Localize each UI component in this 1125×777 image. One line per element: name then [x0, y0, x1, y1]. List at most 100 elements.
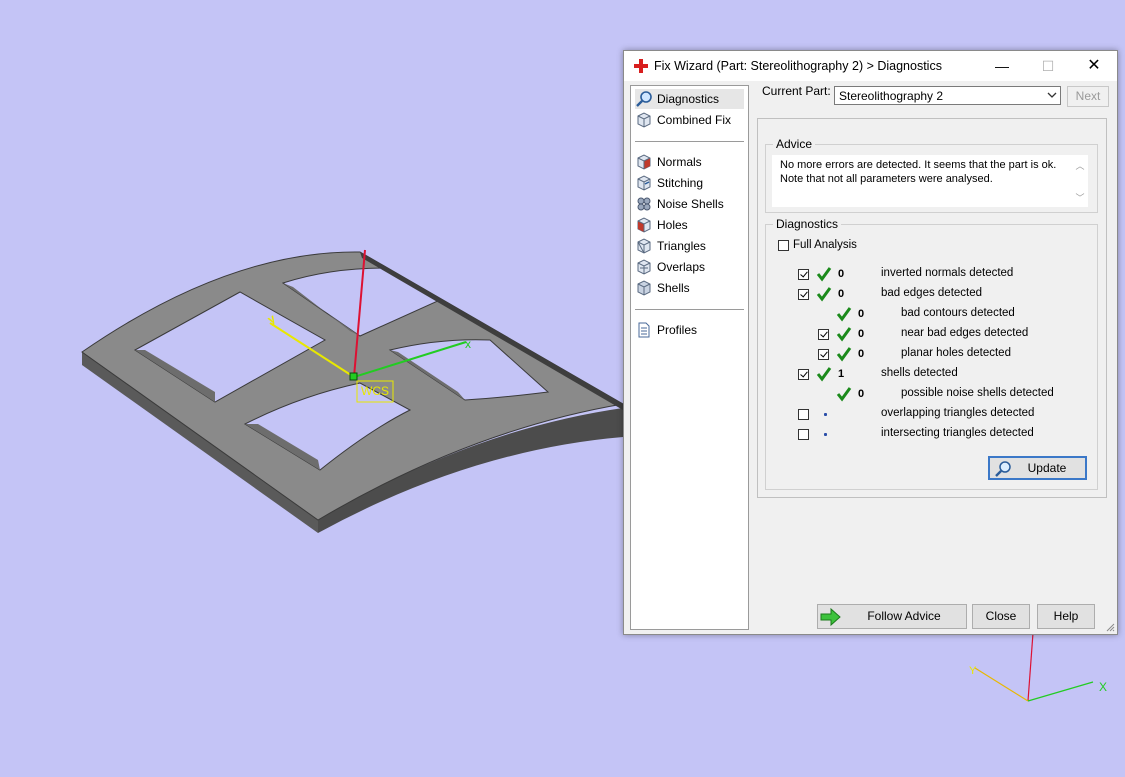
bad-contours-count: 0 — [858, 308, 865, 320]
follow-advice-label: Follow Advice — [867, 609, 941, 623]
planar-holes-count: 0 — [858, 348, 865, 360]
intersecting-triangles-label: intersecting triangles detected — [881, 427, 1034, 439]
advice-line-2: Note that not all parameters were analys… — [780, 173, 993, 185]
overlapping-triangles-checkbox[interactable] — [798, 409, 809, 420]
magnifier-icon — [636, 91, 652, 107]
pending-dot-icon — [824, 413, 827, 416]
document-icon — [638, 322, 650, 338]
full-analysis-checkbox[interactable] — [778, 240, 789, 251]
inverted-normals-count: 0 — [838, 268, 845, 280]
stereolithography-part[interactable] — [81, 251, 625, 533]
scroll-up-arrow-icon[interactable]: ︿ — [1074, 159, 1086, 171]
minimize-button[interactable]: — — [979, 51, 1025, 81]
nav-label: Stitching — [657, 176, 704, 190]
nav-item-stitching[interactable]: Stitching — [635, 173, 746, 193]
nav-item-combined-fix[interactable]: Combined Fix — [635, 110, 746, 130]
bad-edges-count: 0 — [838, 288, 845, 300]
current-part-select[interactable]: Stereolithography 2 — [834, 86, 1061, 105]
advice-text: No more errors are detected. It seems th… — [780, 158, 1070, 186]
nav-label: Holes — [657, 218, 688, 232]
normals-cube-icon — [637, 154, 651, 170]
nav-label: Diagnostics — [657, 92, 720, 106]
red-cross-icon — [634, 59, 648, 73]
current-part-label: Current Part: — [762, 84, 831, 98]
triangles-cube-icon — [637, 238, 651, 254]
shells-checkbox[interactable] — [798, 369, 809, 380]
planar-holes-checkbox[interactable] — [818, 349, 829, 360]
shells-label: shells detected — [881, 367, 958, 379]
intersecting-triangles-checkbox[interactable] — [798, 429, 809, 440]
shells-count: 1 — [838, 368, 845, 380]
noise-shells-label: possible noise shells detected — [901, 387, 1054, 399]
green-check-icon — [836, 307, 852, 322]
near-bad-edges-checkbox[interactable] — [818, 329, 829, 340]
close-window-button[interactable]: ✕ — [1071, 51, 1117, 81]
chevron-down-icon — [1047, 92, 1057, 98]
pending-dot-icon — [824, 433, 827, 436]
overlaps-cube-icon — [637, 259, 651, 275]
scroll-down-arrow-icon[interactable]: ﹀ — [1074, 191, 1086, 203]
corner-axes — [974, 632, 1094, 702]
magnifier-icon — [995, 461, 1011, 477]
stitching-cube-icon — [637, 175, 651, 191]
advice-line-1: No more errors are detected. It seems th… — [780, 159, 1057, 171]
next-button[interactable]: Next — [1067, 86, 1109, 107]
nav-item-diagnostics[interactable]: Diagnostics — [635, 89, 744, 109]
nav-label: Shells — [657, 281, 690, 295]
bad-contours-label: bad contours detected — [901, 307, 1015, 319]
follow-advice-button[interactable]: Follow Advice — [817, 604, 967, 629]
nav-label: Normals — [657, 155, 702, 169]
maximize-button[interactable]: ☐ — [1025, 51, 1071, 81]
axis-x-label: x — [465, 337, 471, 351]
nav-label: Overlaps — [657, 260, 706, 274]
planar-holes-label: planar holes detected — [901, 347, 1011, 359]
full-analysis-label: Full Analysis — [793, 239, 857, 251]
diagnostics-group-title: Diagnostics — [773, 217, 842, 231]
nav-divider — [635, 141, 744, 142]
nav-label: Combined Fix — [657, 113, 732, 127]
green-arrow-icon — [820, 607, 841, 627]
inverted-normals-label: inverted normals detected — [881, 267, 1014, 279]
close-button[interactable]: Close — [972, 604, 1030, 629]
nav-label: Profiles — [657, 323, 698, 337]
current-part-value: Stereolithography 2 — [839, 89, 944, 103]
green-check-icon — [816, 367, 832, 382]
green-check-icon — [836, 387, 852, 402]
holes-cube-icon — [637, 217, 651, 233]
nav-label: Noise Shells — [657, 197, 724, 211]
nav-item-holes[interactable]: Holes — [635, 215, 746, 235]
nav-item-noise-shells[interactable]: Noise Shells — [635, 194, 746, 214]
advice-group-title: Advice — [773, 137, 816, 151]
green-check-icon — [836, 327, 852, 342]
noise-shells-icon — [637, 197, 651, 211]
nav-item-triangles[interactable]: Triangles — [635, 236, 746, 256]
green-check-icon — [816, 267, 832, 282]
advice-text-box: No more errors are detected. It seems th… — [772, 155, 1088, 207]
overlapping-triangles-label: overlapping triangles detected — [881, 407, 1035, 419]
nav-item-overlaps[interactable]: Overlaps — [635, 257, 746, 277]
nav-divider — [635, 309, 744, 310]
nav-label: Triangles — [657, 239, 706, 253]
resize-grip-icon[interactable] — [1105, 622, 1115, 632]
corner-axis-x-label: X — [1099, 680, 1108, 694]
green-check-icon — [836, 347, 852, 362]
bad-edges-label: bad edges detected — [881, 287, 983, 299]
inverted-normals-checkbox[interactable] — [798, 269, 809, 280]
help-button[interactable]: Help — [1037, 604, 1095, 629]
noise-shells-count: 0 — [858, 388, 865, 400]
green-check-icon — [816, 287, 832, 302]
cube-icon — [637, 112, 651, 128]
corner-axis-y-label: Y — [969, 665, 977, 677]
update-button-label: Update — [1027, 461, 1067, 475]
window-title: Fix Wizard (Part: Stereolithography 2) >… — [654, 59, 942, 73]
bad-edges-checkbox[interactable] — [798, 289, 809, 300]
wizard-nav-panel: Diagnostics Combined Fix Normals Stitchi… — [630, 85, 749, 630]
title-bar[interactable]: Fix Wizard (Part: Stereolithography 2) >… — [624, 51, 1117, 81]
near-bad-edges-label: near bad edges detected — [901, 327, 1029, 339]
update-button[interactable]: Update — [988, 456, 1087, 480]
nav-item-profiles[interactable]: Profiles — [635, 320, 746, 340]
nav-item-shells[interactable]: Shells — [635, 278, 746, 298]
nav-item-normals[interactable]: Normals — [635, 152, 746, 172]
wcs-label: WCS — [361, 384, 389, 398]
fix-wizard-dialog: Fix Wizard (Part: Stereolithography 2) >… — [623, 50, 1118, 635]
